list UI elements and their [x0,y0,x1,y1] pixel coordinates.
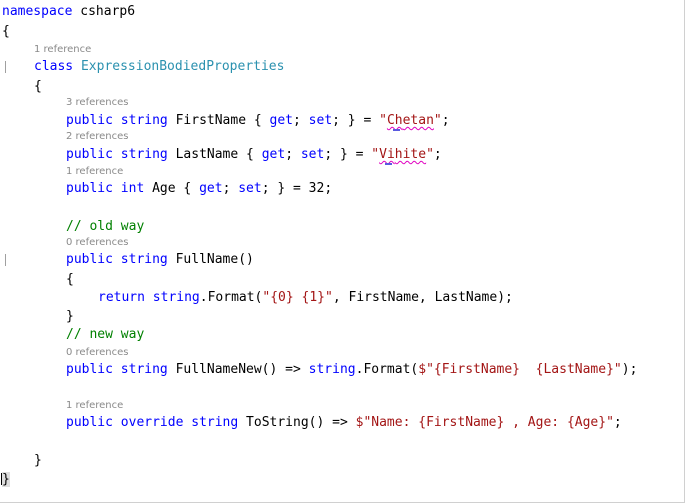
smart-tag-marker[interactable] [393,129,400,131]
brace: { [34,79,42,94]
code-line-comment-old-way[interactable]: // old way [66,218,144,235]
brace: { [2,24,10,39]
keyword-get: get [261,147,286,162]
code-line-method-close-brace[interactable]: } [66,308,74,325]
code-line-return-format[interactable]: return string.Format("{0} {1}", FirstNam… [98,289,513,306]
code-line-class-open-brace[interactable]: { [34,78,42,95]
string-literal: "Chetan" [379,113,442,128]
keyword-public: public [66,252,113,267]
keyword-return: return [98,290,145,305]
keyword-get: get [269,113,294,128]
comment: // new way [66,327,145,342]
spelling-squiggle: Vi [379,147,395,162]
codelens-reference-count[interactable]: 3 references [66,96,129,109]
property-name: Age [152,181,176,196]
brace: { [66,272,74,287]
class-name: ExpressionBodiedProperties [80,59,285,74]
brace: } [2,472,10,487]
keyword-string: string [120,362,168,377]
punctuation: ; [613,415,622,430]
method-name: FullNameNew() => [175,362,309,377]
codelens-reference-count[interactable]: 1 reference [66,399,123,412]
code-line-tostring-override[interactable]: public override string ToString() => $"N… [66,414,622,431]
keyword-int: int [120,181,145,196]
code-line-namespace-open-brace[interactable]: { [2,23,10,40]
code-line-method-open-brace[interactable]: { [66,271,74,288]
keyword-string: string [152,290,200,305]
code-line-namespace-close-brace[interactable]: } [2,471,10,488]
method-name: FullName() [175,252,254,267]
codelens-reference-count[interactable]: 0 references [66,236,129,249]
codelens-reference-count[interactable]: 2 references [66,130,129,143]
code-line-fullnamenew-method[interactable]: public string FullNameNew() => string.Fo… [66,361,637,378]
method-call: .Format( [199,290,263,305]
codelens-reference-count[interactable]: 0 references [66,346,129,359]
namespace-name: csharp6 [72,4,136,19]
code-line-class[interactable]: class ExpressionBodiedProperties [34,58,284,75]
punctuation: ); [621,362,638,377]
codelens-reference-count[interactable]: 1 reference [66,165,123,178]
keyword-string: string [120,252,168,267]
keyword-public: public [66,362,113,377]
code-line-comment-new-way[interactable]: // new way [66,326,144,343]
code-line-lastname[interactable]: public string LastName { get; set; } = "… [66,146,442,163]
keyword-string: string [120,147,168,162]
method-name: ToString() => [246,415,356,430]
keyword-namespace: namespace [2,4,73,19]
text-caret [1,473,2,485]
code-line-class-close-brace[interactable]: } [34,452,42,469]
brace: } [34,453,42,468]
keyword-class: class [34,59,74,74]
keyword-string: string [191,415,239,430]
code-line-age[interactable]: public int Age { get; set; } = 32; [66,180,332,197]
keyword-string: string [120,113,168,128]
property-name: FirstName [175,113,247,128]
keyword-public: public [66,181,113,196]
keyword-string: string [308,362,356,377]
keyword-set: set [238,181,262,196]
string-literal: "{0} {1}" [262,290,333,305]
keyword-set: set [308,113,333,128]
method-call: .Format( [355,362,419,377]
interpolated-string: $"Name: {FirstName} , Age: {Age}" [355,415,614,430]
brace: } [66,309,74,324]
comment: // old way [66,219,145,234]
code-line-namespace[interactable]: namespace csharp6 [2,3,135,20]
code-line-firstname[interactable]: public string FirstName { get; set; } = … [66,112,450,129]
keyword-public: public [66,415,113,430]
method-arguments: , FirstName, LastName); [332,290,513,305]
keyword-public: public [66,113,113,128]
code-line-fullname-method[interactable]: public string FullName() [66,251,254,268]
codelens-reference-count[interactable]: 1 reference [34,43,91,56]
property-name: LastName [175,147,239,162]
code-editor[interactable]: namespace csharp6 { 1 reference class Ex… [0,0,685,503]
keyword-override: override [120,415,184,430]
outline-marker[interactable] [5,61,6,73]
string-literal: "Vihite" [371,147,434,162]
keyword-get: get [199,181,223,196]
spelling-squiggle: Ch [386,113,403,128]
smart-tag-marker[interactable] [385,163,392,165]
outline-marker[interactable] [5,254,6,266]
number-literal: 32 [308,181,325,196]
interpolated-string: $"{FirstName} {LastName}" [418,362,622,377]
keyword-set: set [300,147,325,162]
keyword-public: public [66,147,113,162]
